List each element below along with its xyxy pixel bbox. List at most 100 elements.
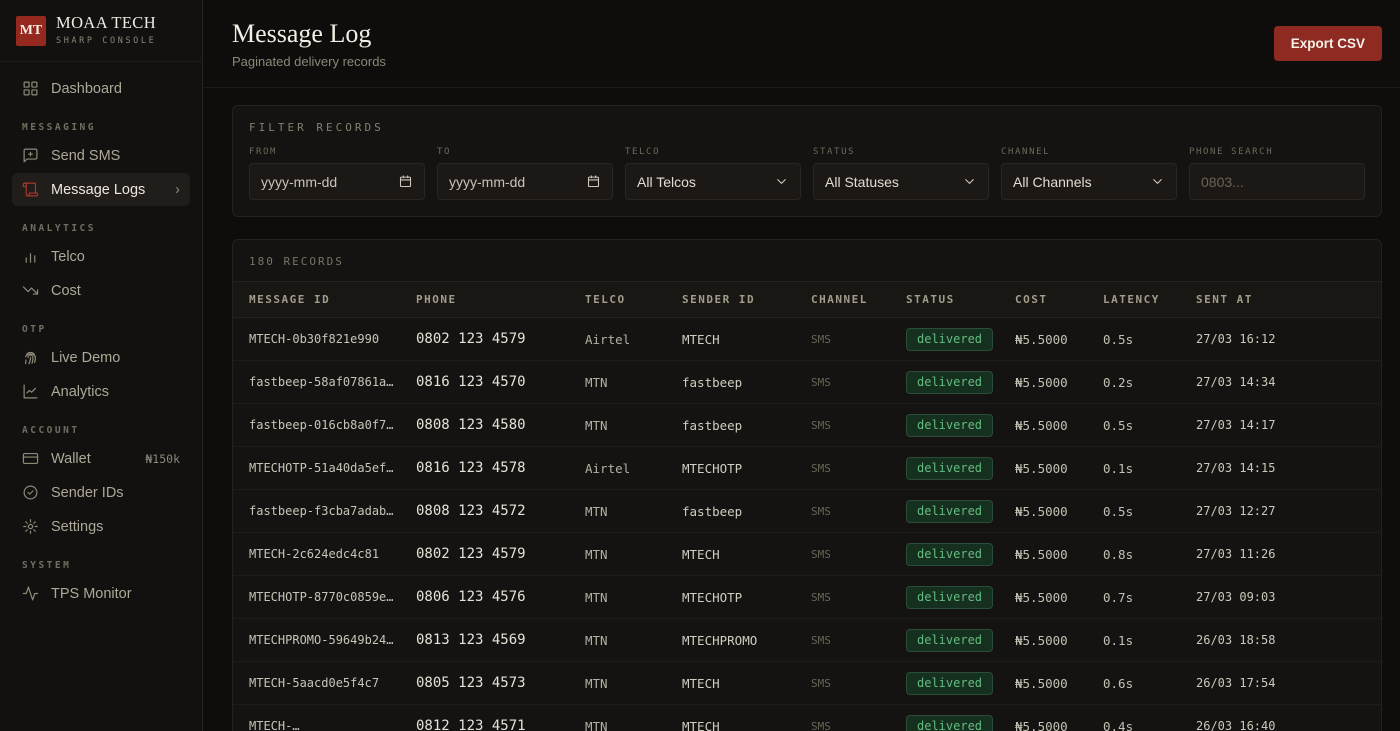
nav-section-account: ACCOUNT (22, 425, 180, 436)
cost-cell: ₦5.5000 (1015, 375, 1103, 390)
status-cell: delivered (906, 672, 1015, 695)
filter-card: FILTER RECORDS FROMyyyy-mm-ddTOyyyy-mm-d… (232, 105, 1382, 217)
cost-cell: ₦5.5000 (1015, 461, 1103, 476)
brand-logo: MT (16, 16, 46, 46)
message-id-cell: MTECH-… (249, 719, 416, 731)
sidebar-item-label: Send SMS (51, 148, 120, 164)
export-csv-button[interactable]: Export CSV (1274, 26, 1382, 61)
sent-at-cell: 26/03 16:40 (1196, 719, 1376, 731)
chevron-down-icon (1150, 174, 1165, 189)
channel-cell: SMS (811, 505, 906, 518)
status-badge: delivered (906, 629, 993, 652)
sidebar-item-analytics[interactable]: Analytics (12, 375, 190, 408)
telco-cell: Airtel (585, 461, 682, 476)
sender-id-cell: MTECH (682, 332, 811, 347)
sidebar-item-sender-ids[interactable]: Sender IDs (12, 476, 190, 509)
table-row[interactable]: MTECH-5aacd0e5f4c70805 123 4573MTNMTECHS… (233, 662, 1381, 705)
message-square-icon (22, 147, 39, 164)
sidebar-item-label: Live Demo (51, 350, 120, 366)
channel-select[interactable]: All Channels (1001, 163, 1177, 200)
brand: MT MOAA TECH SHARP CONSOLE (0, 0, 202, 62)
content: FILTER RECORDS FROMyyyy-mm-ddTOyyyy-mm-d… (203, 88, 1400, 731)
select-value: All Channels (1013, 174, 1092, 190)
message-id-cell: MTECH-2c624edc4c81 (249, 547, 416, 561)
channel-cell: SMS (811, 591, 906, 604)
sidebar-item-settings[interactable]: Settings (12, 510, 190, 543)
page-title: Message Log (232, 19, 386, 49)
phone-cell: 0806 123 4576 (416, 589, 585, 605)
sidebar-item-tps-monitor[interactable]: TPS Monitor (12, 577, 190, 610)
cost-cell: ₦5.5000 (1015, 418, 1103, 433)
brand-name: MOAA TECH (56, 15, 156, 32)
table-row[interactable]: fastbeep-58af07861a…0816 123 4570MTNfast… (233, 361, 1381, 404)
page-header: Message Log Paginated delivery records E… (203, 0, 1400, 88)
status-badge: delivered (906, 414, 993, 437)
phone-cell: 0816 123 4578 (416, 460, 585, 476)
sent-at-cell: 27/03 14:15 (1196, 461, 1376, 475)
sent-at-cell: 27/03 11:26 (1196, 547, 1376, 561)
sender-id-cell: MTECHOTP (682, 461, 811, 476)
telco-cell: MTN (585, 633, 682, 648)
sent-at-cell: 27/03 16:12 (1196, 332, 1376, 346)
sidebar-item-send-sms[interactable]: Send SMS (12, 139, 190, 172)
telco-cell: MTN (585, 719, 682, 731)
gear-icon (22, 518, 39, 535)
channel-cell: SMS (811, 333, 906, 346)
latency-cell: 0.6s (1103, 676, 1196, 691)
to-date-input[interactable]: yyyy-mm-dd (437, 163, 613, 200)
sender-id-cell: MTECH (682, 547, 811, 562)
table-row[interactable]: MTECHOTP-51a40da5ef…0816 123 4578AirtelM… (233, 447, 1381, 490)
sidebar-item-wallet[interactable]: Wallet₦150k (12, 442, 190, 475)
sidebar-item-telco[interactable]: Telco (12, 240, 190, 273)
status-cell: delivered (906, 715, 1015, 731)
channel-cell: SMS (811, 548, 906, 561)
line-chart-icon (22, 383, 39, 400)
status-cell: delivered (906, 328, 1015, 351)
table-row[interactable]: fastbeep-016cb8a0f7…0808 123 4580MTNfast… (233, 404, 1381, 447)
table-row[interactable]: MTECH-…0812 123 4571MTNMTECHSMSdelivered… (233, 705, 1381, 731)
filter-field-status: STATUSAll Statuses (813, 147, 989, 200)
sidebar-item-label: Dashboard (51, 81, 122, 97)
table-row[interactable]: MTECH-2c624edc4c810802 123 4579MTNMTECHS… (233, 533, 1381, 576)
status-cell: delivered (906, 457, 1015, 480)
telco-select[interactable]: All Telcos (625, 163, 801, 200)
page-subtitle: Paginated delivery records (232, 54, 386, 69)
latency-cell: 0.5s (1103, 418, 1196, 433)
filter-field-telco: TELCO All Telcos (625, 147, 801, 200)
from-date-input[interactable]: yyyy-mm-dd (249, 163, 425, 200)
table-row[interactable]: MTECHOTP-8770c0859e…0806 123 4576MTNMTEC… (233, 576, 1381, 619)
records-count: 180 RECORDS (233, 240, 1381, 281)
phone-search-input[interactable]: 0803... (1189, 163, 1365, 200)
select-value: All Statuses (825, 174, 899, 190)
latency-cell: 0.8s (1103, 547, 1196, 562)
chevron-down-icon (962, 174, 977, 189)
column-header-message-id: MESSAGE ID (249, 293, 416, 306)
sidebar-item-live-demo[interactable]: Live Demo (12, 341, 190, 374)
table-row[interactable]: fastbeep-f3cba7adab…0808 123 4572MTNfast… (233, 490, 1381, 533)
filter-row: FROMyyyy-mm-ddTOyyyy-mm-ddTELCOAll Telco… (249, 147, 1365, 200)
table-row[interactable]: MTECHPROMO-59649b24…0813 123 4569MTNMTEC… (233, 619, 1381, 662)
sidebar-item-cost[interactable]: Cost (12, 274, 190, 307)
chevron-right-icon: › (175, 182, 180, 197)
latency-cell: 0.2s (1103, 375, 1196, 390)
latency-cell: 0.4s (1103, 719, 1196, 731)
filter-field-label: PHONE SEARCH (1189, 147, 1365, 157)
nav-section-system: SYSTEM (22, 560, 180, 571)
sidebar-item-label: Analytics (51, 384, 109, 400)
latency-cell: 0.1s (1103, 633, 1196, 648)
message-id-cell: MTECHPROMO-59649b24… (249, 633, 416, 647)
cost-cell: ₦5.5000 (1015, 504, 1103, 519)
filter-field-label: TELCO (625, 147, 801, 157)
column-header-phone: PHONE (416, 293, 585, 306)
grid-icon (22, 80, 39, 97)
status-badge: delivered (906, 543, 993, 566)
status-badge: delivered (906, 371, 993, 394)
sidebar-item-message-logs[interactable]: Message Logs› (12, 173, 190, 206)
sidebar-item-dashboard[interactable]: Dashboard (12, 72, 190, 105)
sidebar-item-label: Wallet (51, 451, 91, 467)
status-select[interactable]: All Statuses (813, 163, 989, 200)
filter-field-to: TOyyyy-mm-dd (437, 147, 613, 200)
status-badge: delivered (906, 672, 993, 695)
table-row[interactable]: MTECH-0b30f821e9900802 123 4579AirtelMTE… (233, 318, 1381, 361)
status-cell: delivered (906, 629, 1015, 652)
